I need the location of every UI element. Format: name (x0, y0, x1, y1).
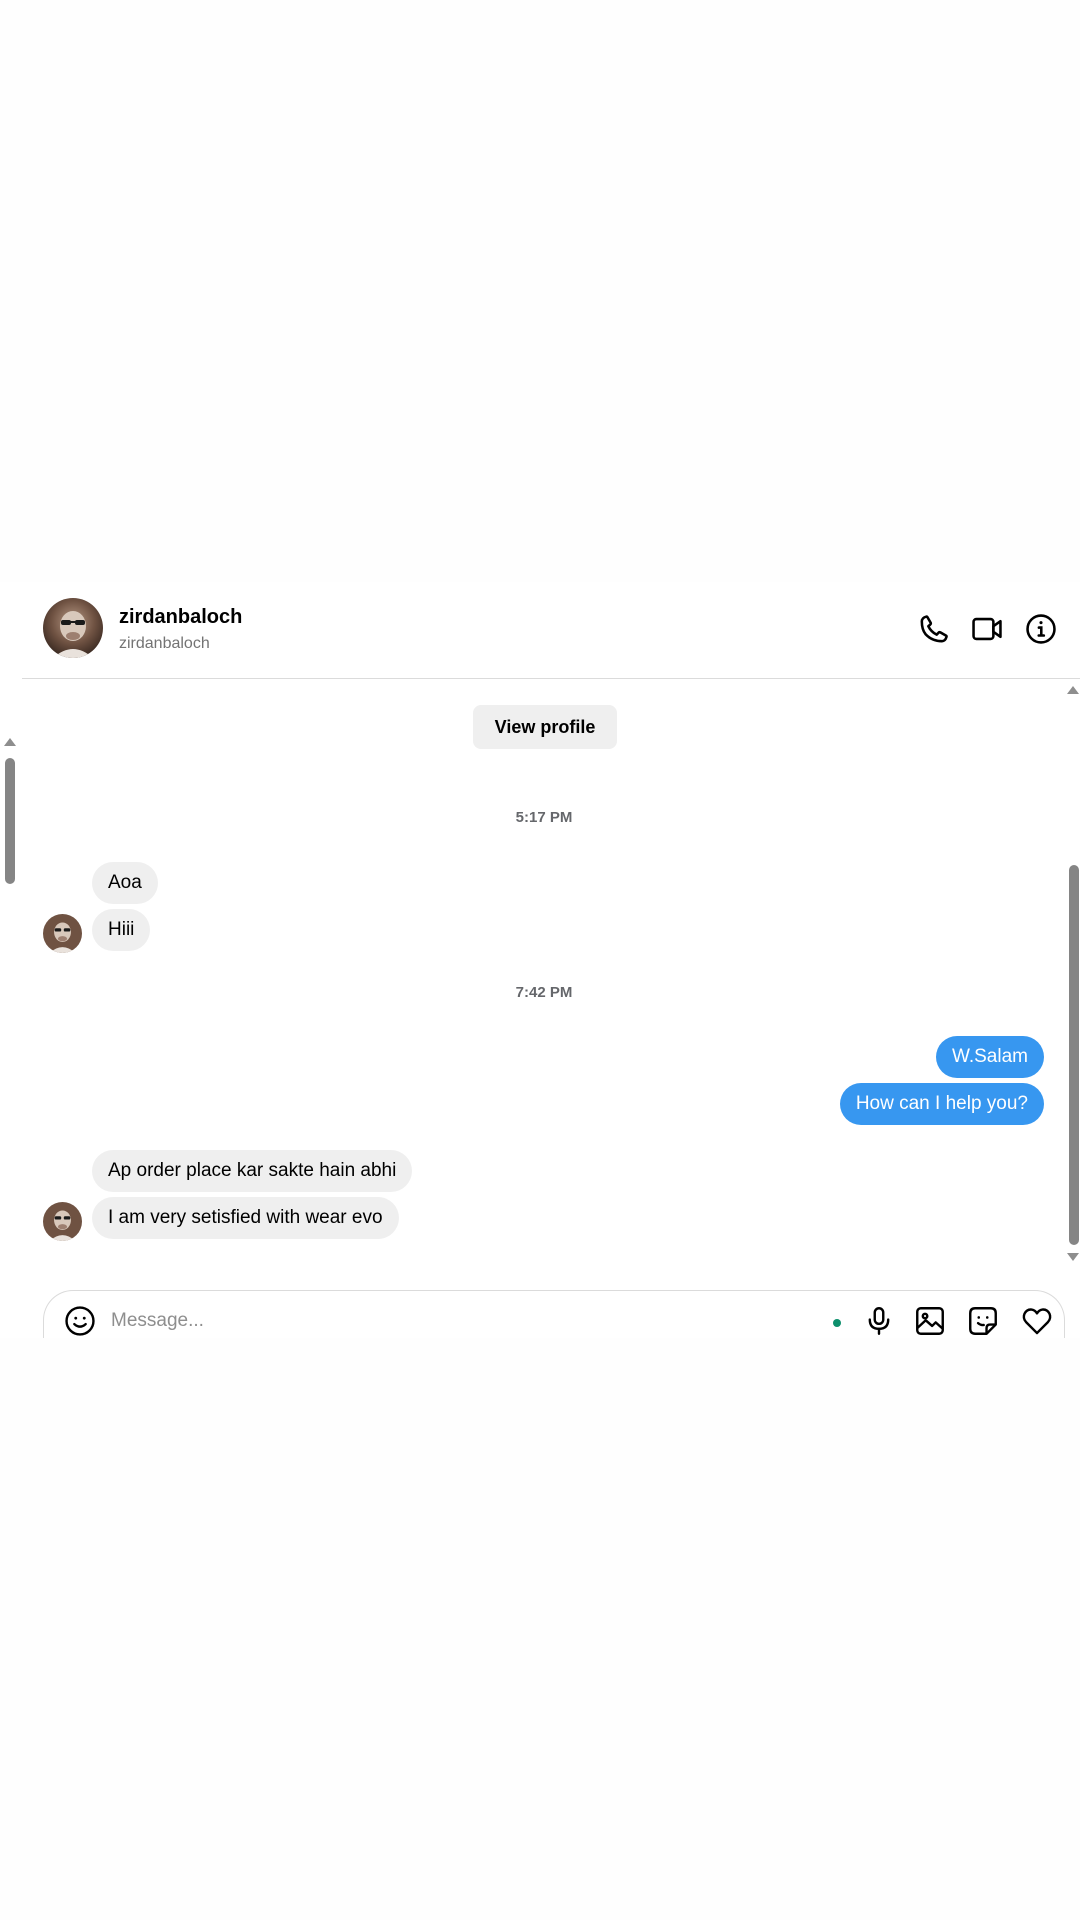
chat-header: zirdanbaloch zirdanbaloch (22, 582, 1080, 679)
emoji-icon[interactable] (63, 1304, 97, 1338)
phone-icon[interactable] (917, 612, 951, 646)
chat-scrollbar-thumb[interactable] (1069, 865, 1079, 1245)
timestamp: 5:17 PM (515, 809, 573, 826)
message-bubble-outgoing[interactable]: W.Salam (935, 1036, 1044, 1078)
timestamp: 7:42 PM (515, 984, 573, 1001)
inbox-scrollbar-thumb[interactable] (5, 758, 15, 884)
message-bubble-outgoing[interactable]: How can I help you? (839, 1083, 1044, 1125)
message-list[interactable]: View profile 5:17 PM Aoa Hiii 7:42 PM W.… (22, 679, 1080, 1257)
sender-avatar[interactable] (43, 1202, 82, 1241)
page: zirdanbaloch zirdanbaloch View profile 5… (0, 0, 1080, 1920)
message-bubble-incoming[interactable]: I am very setisfied with wear evo (92, 1197, 399, 1239)
image-icon[interactable] (913, 1304, 947, 1338)
chat-scroll-up-arrow[interactable] (1067, 686, 1079, 694)
avatar[interactable] (43, 598, 103, 658)
message-bubble-incoming[interactable]: Aoa (92, 862, 158, 904)
inbox-panel-edge (0, 582, 23, 1338)
message-input[interactable] (111, 1305, 711, 1337)
message-bubble-incoming[interactable]: Ap order place kar sakte hain abhi (92, 1150, 413, 1192)
sticker-icon[interactable] (966, 1304, 1000, 1338)
view-profile-button[interactable]: View profile (473, 705, 617, 749)
chat-pane: zirdanbaloch zirdanbaloch View profile 5… (22, 582, 1080, 1351)
sender-avatar[interactable] (43, 914, 82, 953)
contact-handle: zirdanbaloch (119, 635, 210, 652)
inbox-scroll-up-arrow[interactable] (4, 738, 16, 746)
message-bubble-incoming[interactable]: Hiii (92, 909, 151, 951)
status-dot (833, 1319, 841, 1327)
chat-scroll-down-arrow[interactable] (1067, 1253, 1079, 1261)
video-icon[interactable] (970, 612, 1004, 646)
contact-username[interactable]: zirdanbaloch (119, 606, 242, 629)
info-icon[interactable] (1024, 612, 1058, 646)
microphone-icon[interactable] (862, 1304, 896, 1338)
heart-icon[interactable] (1020, 1304, 1054, 1338)
page-background (0, 1338, 1080, 1920)
